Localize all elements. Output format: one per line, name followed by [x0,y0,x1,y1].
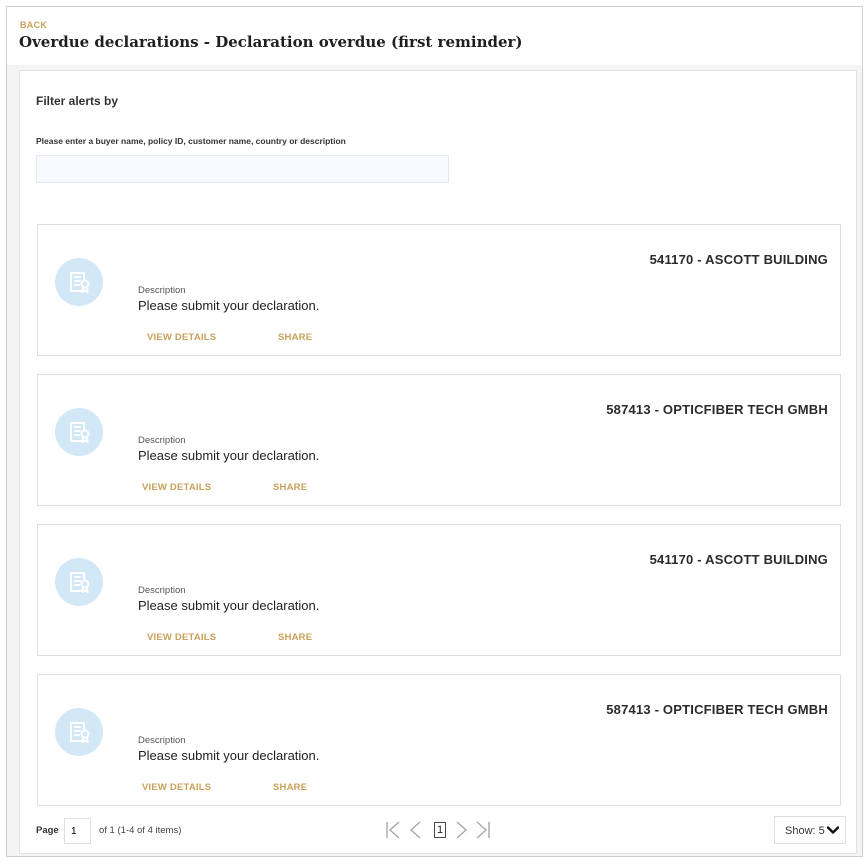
alert-card: 587413 - OPTICFIBER TECH GMBH Descriptio… [37,674,841,806]
certificate-document-icon [55,708,103,756]
alert-title: 587413 - OPTICFIBER TECH GMBH [606,702,828,717]
view-details-button[interactable]: VIEW DETAILS [147,332,216,343]
page-title: Overdue declarations - Declaration overd… [19,33,523,51]
page-label: Page [36,825,59,836]
page-size-label: Show: 5 [785,825,825,837]
certificate-document-icon [55,408,103,456]
certificate-document-icon [55,258,103,306]
view-details-button[interactable]: VIEW DETAILS [142,782,211,793]
alert-description-label: Description [138,735,186,746]
alert-description: Please submit your declaration. [138,448,320,463]
alert-card: 587413 - OPTICFIBER TECH GMBH Descriptio… [37,374,841,506]
certificate-document-icon [55,558,103,606]
filter-search-label: Please enter a buyer name, policy ID, cu… [36,136,346,146]
back-link[interactable]: BACK [20,20,47,30]
previous-page-icon[interactable] [409,821,421,844]
pagination-bar: Page of 1 (1-4 of 4 items) 1 Show: 5 [20,809,856,849]
alert-title: 541170 - ASCOTT BUILDING [649,552,828,567]
page-number-input[interactable] [64,818,91,844]
page-count-text: of 1 (1-4 of 4 items) [99,825,182,836]
alert-card: 541170 - ASCOTT BUILDING Description Ple… [37,224,841,356]
page-size-select[interactable]: Show: 5 [774,816,846,844]
chevron-down-icon [827,826,839,834]
filter-heading: Filter alerts by [36,94,119,108]
view-details-button[interactable]: VIEW DETAILS [147,632,216,643]
share-button[interactable]: SHARE [278,332,312,343]
alert-description: Please submit your declaration. [138,298,320,313]
last-page-icon[interactable] [475,821,491,844]
alert-title: 587413 - OPTICFIBER TECH GMBH [606,402,828,417]
first-page-icon[interactable] [385,821,401,844]
alerts-panel: Filter alerts by Please enter a buyer na… [19,70,857,854]
current-page-button[interactable]: 1 [434,822,446,838]
share-button[interactable]: SHARE [273,482,307,493]
alert-card: 541170 - ASCOTT BUILDING Description Ple… [37,524,841,656]
alert-title: 541170 - ASCOTT BUILDING [649,252,828,267]
share-button[interactable]: SHARE [273,782,307,793]
share-button[interactable]: SHARE [278,632,312,643]
page-header: BACK Overdue declarations - Declaration … [7,7,862,65]
view-details-button[interactable]: VIEW DETAILS [142,482,211,493]
app-frame: BACK Overdue declarations - Declaration … [6,6,863,857]
filter-search-input[interactable] [36,155,449,183]
alert-description-label: Description [138,585,186,596]
alert-description-label: Description [138,435,186,446]
alert-description-label: Description [138,285,186,296]
alert-description: Please submit your declaration. [138,598,320,613]
next-page-icon[interactable] [456,821,468,844]
alert-description: Please submit your declaration. [138,748,320,763]
